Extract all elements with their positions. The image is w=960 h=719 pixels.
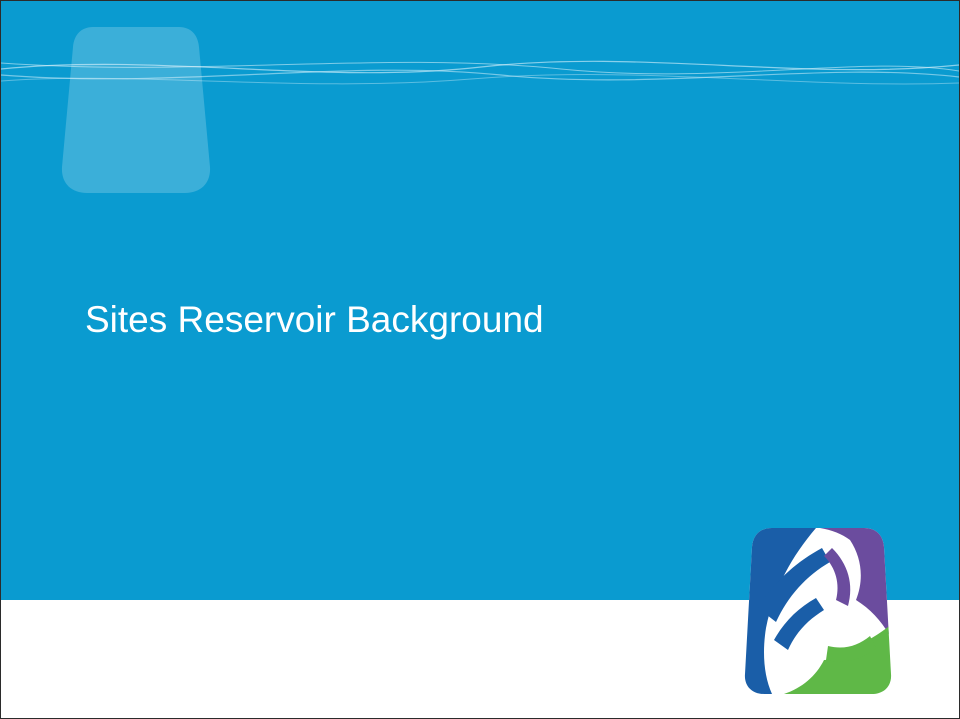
slide: Sites Reservoir Background — [0, 0, 960, 719]
sites-reservoir-logo-icon — [744, 528, 892, 694]
slide-title: Sites Reservoir Background — [85, 299, 544, 340]
blue-header-band: Sites Reservoir Background — [1, 1, 959, 600]
water-drop-shape-icon — [61, 27, 211, 193]
